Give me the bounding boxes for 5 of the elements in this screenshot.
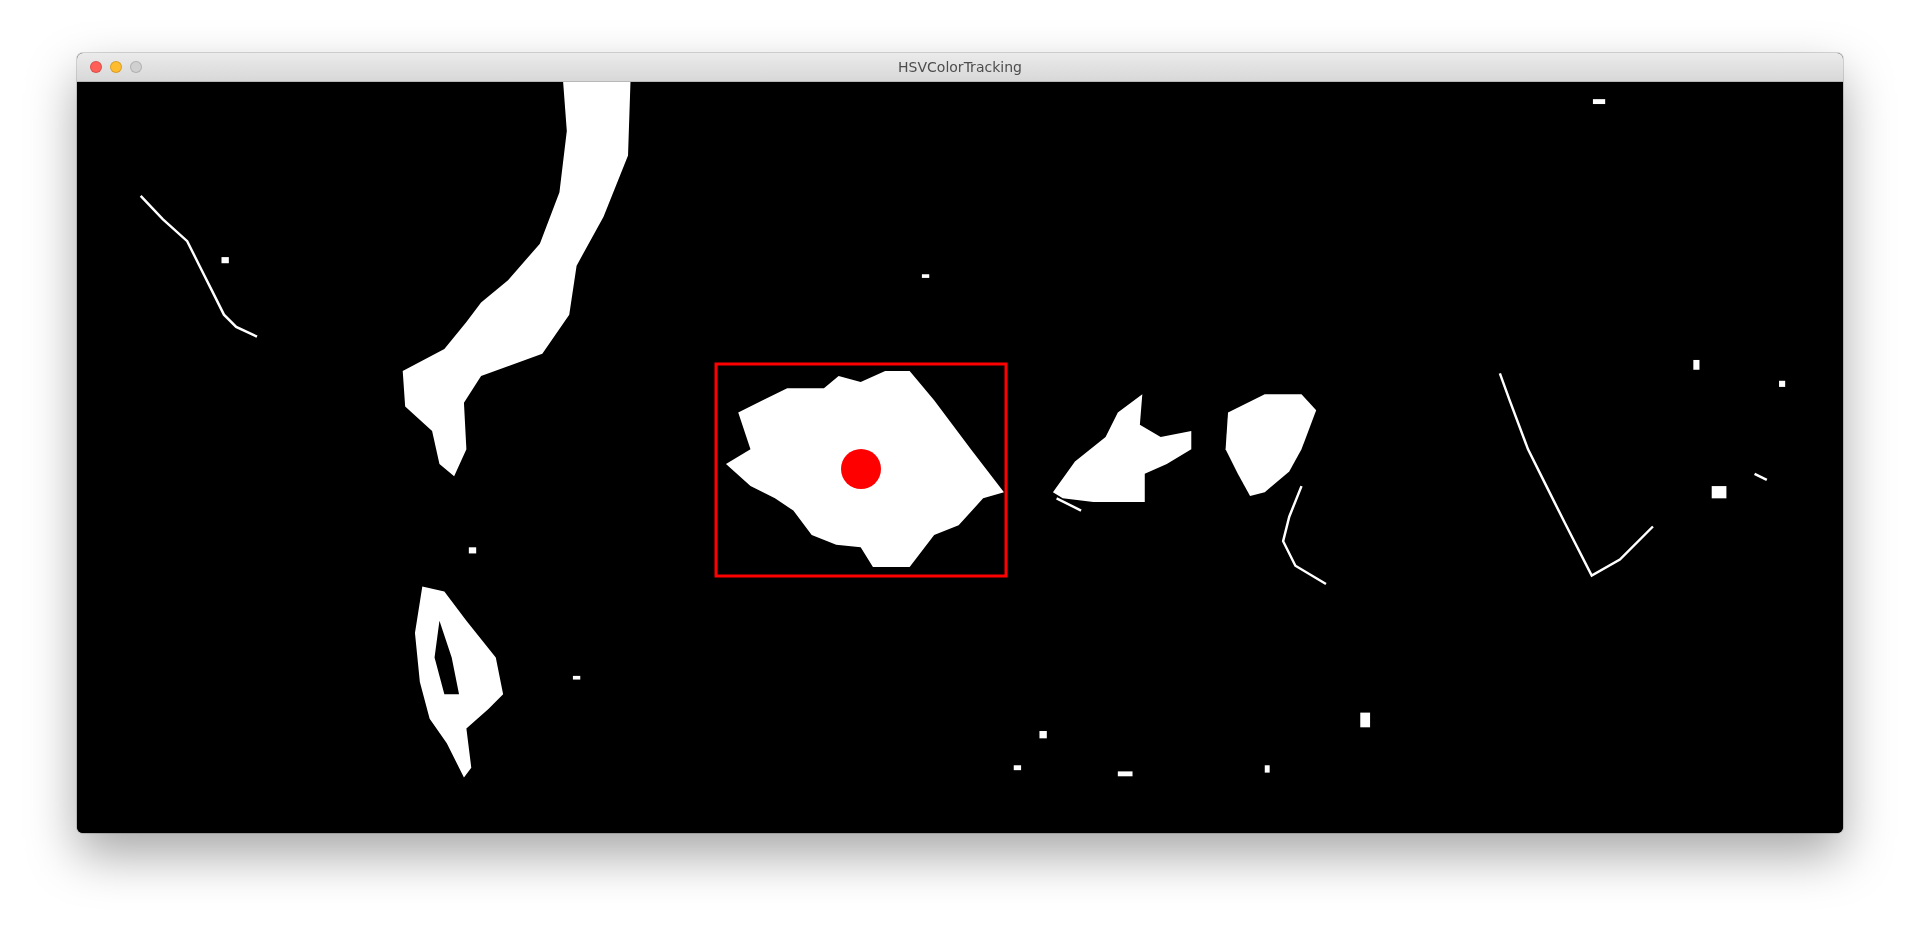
minimize-button[interactable] [110, 61, 122, 73]
window-title: HSVColorTracking [898, 59, 1022, 75]
zoom-button[interactable] [130, 61, 142, 73]
tracked-object-dot [841, 449, 881, 489]
close-button[interactable] [90, 61, 102, 73]
